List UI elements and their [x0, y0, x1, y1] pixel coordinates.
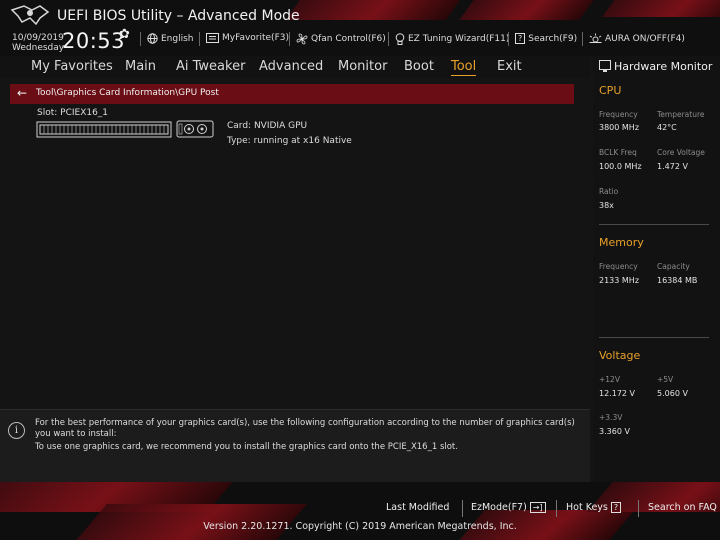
divider [599, 337, 709, 338]
aura-icon [589, 33, 602, 43]
core-voltage-label: Core Voltage [657, 148, 705, 157]
cpu-frequency-value: 3800 MHz [599, 123, 640, 132]
main-panel [0, 106, 590, 408]
memory-section-title: Memory [599, 236, 644, 249]
core-voltage-value: 1.472 V [657, 162, 688, 171]
date-text: 10/09/2019 [12, 33, 64, 43]
divider [140, 32, 141, 46]
info-icon: i [8, 422, 25, 439]
memory-capacity-value: 16384 MB [657, 276, 698, 285]
cpu-section-title: CPU [599, 84, 622, 97]
qfan-label: Qfan Control(F6) [311, 34, 386, 44]
cpu-frequency-label: Frequency [599, 110, 638, 119]
help-icon: ? [610, 502, 622, 513]
divider [289, 32, 290, 46]
cpu-temperature-value: 42°C [657, 123, 677, 132]
tab-advanced[interactable]: Advanced [259, 59, 323, 74]
rog-logo-icon [10, 5, 50, 26]
tab-boot[interactable]: Boot [404, 59, 434, 74]
aura-label: AURA ON/OFF(F4) [605, 33, 685, 44]
last-modified-button[interactable]: Last Modified [386, 502, 449, 513]
language-button[interactable]: English [147, 33, 194, 44]
fan-icon [296, 33, 308, 45]
breadcrumb: Tool\Graphics Card Information\GPU Post [36, 88, 219, 98]
type-info: Type: running at x16 Native [227, 136, 352, 146]
app-title: UEFI BIOS Utility – Advanced Mode [57, 8, 300, 24]
ratio-value: 38x [599, 201, 614, 210]
help-text-line1: For the best performance of your graphic… [35, 418, 575, 439]
help-text-line2: To use one graphics card, we recommend y… [35, 442, 458, 452]
globe-icon [147, 33, 158, 44]
divider [388, 32, 389, 46]
date-display: 10/09/2019 Wednesday [12, 33, 64, 53]
qfan-button[interactable]: Qfan Control(F6) [296, 33, 386, 45]
search-label: Search(F9) [528, 33, 578, 44]
ezmode-button[interactable]: EzMode(F7) →] [471, 502, 546, 513]
voltage-section-title: Voltage [599, 349, 641, 362]
divider [638, 500, 639, 517]
v5-value: 5.060 V [657, 389, 688, 398]
back-arrow-icon[interactable]: ← [17, 86, 27, 100]
tab-main[interactable]: Main [125, 59, 156, 74]
v12-value: 12.172 V [599, 389, 636, 398]
divider [582, 32, 583, 46]
gear-icon[interactable]: ✿ [119, 27, 130, 42]
divider [556, 500, 557, 517]
slot-label: Slot: PCIEX16_1 [37, 108, 109, 118]
weekday-text: Wednesday [12, 43, 65, 53]
monitor-icon [599, 60, 611, 72]
divider [462, 500, 463, 517]
bclk-value: 100.0 MHz [599, 162, 642, 171]
myfavorite-label: MyFavorite(F3) [222, 33, 289, 43]
bclk-label: BCLK Freq [599, 148, 637, 157]
tab-my-favorites[interactable]: My Favorites [31, 59, 113, 74]
tab-monitor[interactable]: Monitor [338, 59, 387, 74]
ezmode-label: EzMode(F7) [471, 502, 527, 513]
search-faq-button[interactable]: Search on FAQ [648, 502, 717, 513]
myfavorite-button[interactable]: MyFavorite(F3) [206, 33, 289, 43]
exit-arrow-icon: →] [529, 502, 546, 513]
search-button[interactable]: ? Search(F9) [515, 33, 577, 44]
tab-ai-tweaker[interactable]: Ai Tweaker [176, 59, 245, 74]
search-faq-label: Search on FAQ [648, 502, 717, 513]
divider [599, 224, 709, 225]
ratio-label: Ratio [599, 187, 619, 196]
divider [508, 32, 509, 46]
hardware-monitor-title: Hardware Monitor [614, 60, 713, 73]
favorite-icon [206, 33, 219, 43]
hotkeys-label: Hot Keys [566, 502, 608, 513]
pcie-slot-icon [36, 120, 214, 138]
search-icon: ? [515, 33, 526, 44]
memory-capacity-label: Capacity [657, 262, 690, 271]
memory-frequency-label: Frequency [599, 262, 638, 271]
card-info: Card: NVIDIA GPU [227, 121, 308, 131]
aura-button[interactable]: AURA ON/OFF(F4) [589, 33, 685, 44]
hotkeys-button[interactable]: Hot Keys ? [566, 502, 622, 513]
v5-label: +5V [657, 375, 674, 384]
divider [199, 32, 200, 46]
v33-label: +3.3V [599, 413, 623, 422]
ez-tuning-label: EZ Tuning Wizard(F11) [408, 34, 510, 44]
bulb-icon [395, 33, 405, 45]
copyright-text: Version 2.20.1271. Copyright (C) 2019 Am… [203, 521, 517, 532]
tab-tool[interactable]: Tool [451, 59, 477, 76]
last-modified-label: Last Modified [386, 502, 450, 513]
tab-exit[interactable]: Exit [497, 59, 522, 74]
v33-value: 3.360 V [599, 427, 630, 436]
v12-label: +12V [599, 375, 620, 384]
memory-frequency-value: 2133 MHz [599, 276, 640, 285]
time-display: 20:53 [62, 29, 126, 53]
cpu-temperature-label: Temperature [657, 110, 705, 119]
language-label: English [161, 33, 194, 44]
ez-tuning-button[interactable]: EZ Tuning Wizard(F11) [395, 33, 509, 45]
